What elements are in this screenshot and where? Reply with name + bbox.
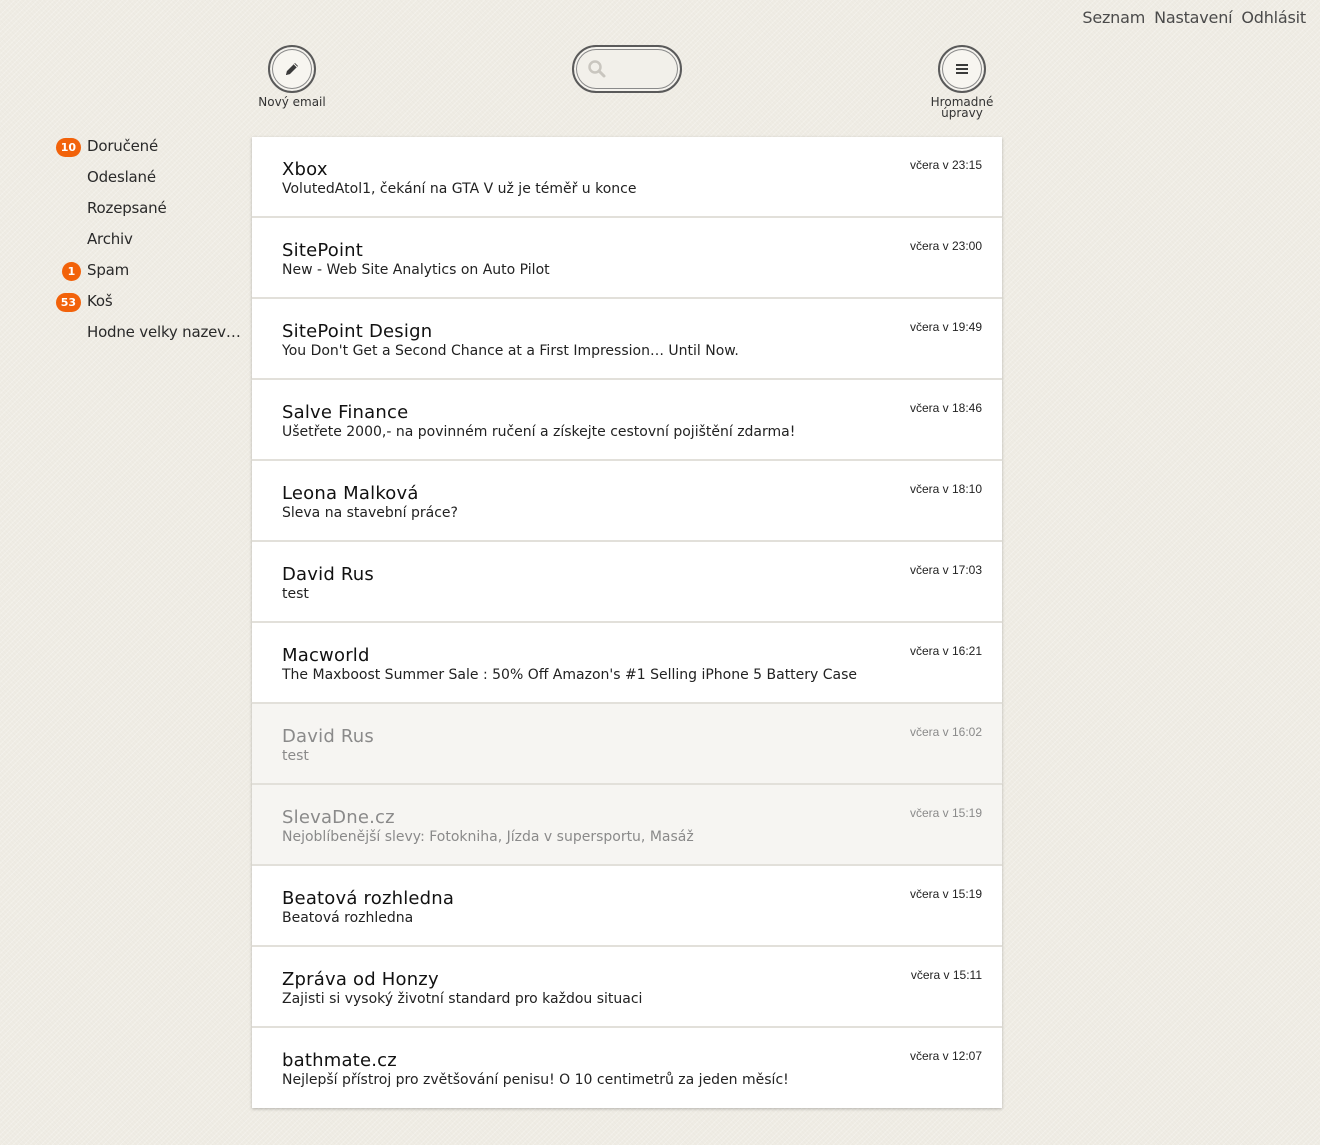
mail-subject: New - Web Site Analytics on Auto Pilot xyxy=(282,262,550,278)
mail-time: včera v 19:49 xyxy=(909,320,982,334)
mail-subject: Ušetřete 2000,- na povinném ručení a zís… xyxy=(282,424,796,440)
folder-sent[interactable]: Odeslané xyxy=(0,167,245,198)
folder-label: Doručené xyxy=(87,137,159,155)
pencil-icon xyxy=(286,63,298,75)
mail-item[interactable]: Leona Malková Sleva na stavební práce? v… xyxy=(252,461,1002,542)
mail-time: včera v 17:03 xyxy=(909,563,982,577)
mail-subject: Zajisti si vysoký životní standard pro k… xyxy=(282,991,643,1007)
unread-count-badge: 1 xyxy=(62,262,81,281)
mail-sender: bathmate.cz xyxy=(282,1050,397,1071)
mail-sender: Zpráva od Honzy xyxy=(282,969,439,990)
mail-sender: SitePoint Design xyxy=(282,321,433,342)
mail-time: včera v 15:19 xyxy=(909,887,982,901)
menu-icon xyxy=(956,64,968,74)
mail-item[interactable]: Xbox VolutedAtol1, čekání na GTA V už je… xyxy=(252,137,1002,218)
folder-label: Hodne velky nazev… xyxy=(87,323,241,341)
search-box[interactable] xyxy=(572,45,682,93)
search-input[interactable] xyxy=(612,60,676,78)
mail-item[interactable]: bathmate.cz Nejlepší přístroj pro zvětšo… xyxy=(252,1028,1002,1108)
folder-custom[interactable]: Hodne velky nazev… xyxy=(0,322,245,353)
mail-time: včera v 15:11 xyxy=(910,968,982,982)
mail-sender: David Rus xyxy=(282,564,374,585)
search-icon xyxy=(586,58,608,80)
mail-subject: test xyxy=(282,748,309,764)
folder-archive[interactable]: Archiv xyxy=(0,229,245,260)
folder-sidebar: 10 Doručené Odeslané Rozepsané Archiv 1 … xyxy=(0,136,245,353)
new-email-button[interactable]: Nový email xyxy=(258,45,326,108)
folder-label: Archiv xyxy=(87,230,133,248)
nav-link-seznam[interactable]: Seznam xyxy=(1082,8,1145,27)
mail-sender: SlevaDne.cz xyxy=(282,807,395,828)
mail-item-read[interactable]: SlevaDne.cz Nejoblíbenější slevy: Fotokn… xyxy=(252,785,1002,866)
nav-link-logout[interactable]: Odhlásit xyxy=(1241,8,1306,27)
mail-time: včera v 23:15 xyxy=(909,158,982,172)
folder-drafts[interactable]: Rozepsané xyxy=(0,198,245,229)
mail-item[interactable]: Salve Finance Ušetřete 2000,- na povinné… xyxy=(252,380,1002,461)
mail-time: včera v 16:21 xyxy=(909,644,982,658)
mail-item[interactable]: SitePoint Design You Don't Get a Second … xyxy=(252,299,1002,380)
mail-subject: Beatová rozhledna xyxy=(282,910,414,926)
bulk-edit-button[interactable]: Hromadné úpravy xyxy=(928,45,996,119)
mail-subject: Nejoblíbenější slevy: Fotokniha, Jízda v… xyxy=(282,829,694,845)
folder-label: Spam xyxy=(87,261,130,279)
mail-subject: The Maxboost Summer Sale : 50% Off Amazo… xyxy=(282,667,858,683)
mail-sender: David Rus xyxy=(282,726,374,747)
mail-subject: test xyxy=(282,586,309,602)
mail-sender: SitePoint xyxy=(282,240,364,261)
mail-subject: Sleva na stavební práce? xyxy=(282,505,458,521)
mail-subject: Nejlepší přístroj pro zvětšování penisu!… xyxy=(282,1072,789,1088)
folder-label: Odeslané xyxy=(87,168,156,186)
mail-sender: Beatová rozhledna xyxy=(282,888,455,909)
mail-time: včera v 18:10 xyxy=(909,482,982,496)
top-nav: Seznam Nastavení Odhlásit xyxy=(1082,8,1306,27)
mail-sender: Salve Finance xyxy=(282,402,409,423)
mail-sender: Leona Malková xyxy=(282,483,419,504)
mail-time: včera v 16:02 xyxy=(909,725,982,739)
new-email-label: Nový email xyxy=(258,95,326,109)
mail-item[interactable]: Macworld The Maxboost Summer Sale : 50% … xyxy=(252,623,1002,704)
unread-count-badge: 10 xyxy=(55,138,81,157)
folder-label: Koš xyxy=(87,292,113,310)
mail-time: včera v 15:19 xyxy=(909,806,982,820)
mail-time: včera v 23:00 xyxy=(909,239,982,253)
mail-time: včera v 12:07 xyxy=(909,1049,982,1063)
folder-spam[interactable]: 1 Spam xyxy=(0,260,245,291)
mail-sender: Xbox xyxy=(282,159,328,180)
mail-subject: VolutedAtol1, čekání na GTA V už je témě… xyxy=(282,181,637,197)
nav-link-settings[interactable]: Nastavení xyxy=(1154,8,1232,27)
mail-time: včera v 18:46 xyxy=(909,401,982,415)
folder-label: Rozepsané xyxy=(87,199,167,217)
folder-inbox[interactable]: 10 Doručené xyxy=(0,136,245,167)
mail-subject: You Don't Get a Second Chance at a First… xyxy=(282,343,739,359)
mail-item-read[interactable]: David Rus test včera v 16:02 xyxy=(252,704,1002,785)
bulk-edit-circle xyxy=(938,45,986,93)
folder-trash[interactable]: 53 Koš xyxy=(0,291,245,322)
mail-sender: Macworld xyxy=(282,645,370,666)
mail-item[interactable]: Beatová rozhledna Beatová rozhledna včer… xyxy=(252,866,1002,947)
unread-count-badge: 53 xyxy=(55,293,81,312)
mail-item[interactable]: David Rus test včera v 17:03 xyxy=(252,542,1002,623)
bulk-edit-label: Hromadné úpravy xyxy=(930,95,994,120)
mail-item[interactable]: SitePoint New - Web Site Analytics on Au… xyxy=(252,218,1002,299)
mail-list: Xbox VolutedAtol1, čekání na GTA V už je… xyxy=(252,137,1002,1108)
mail-item[interactable]: Zpráva od Honzy Zajisti si vysoký životn… xyxy=(252,947,1002,1028)
new-email-circle xyxy=(268,45,316,93)
